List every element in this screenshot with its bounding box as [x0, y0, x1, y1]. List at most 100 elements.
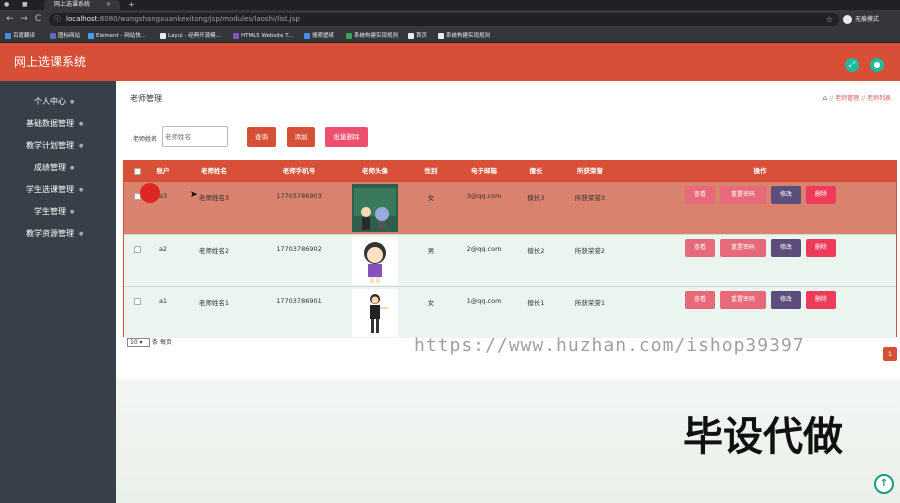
- reset-password-button[interactable]: 重置密码: [720, 186, 766, 204]
- bookmark-label: 系统构建实现规则: [354, 33, 399, 39]
- view-button[interactable]: 查看: [685, 239, 715, 257]
- scroll-to-top-button[interactable]: ↑: [874, 474, 894, 494]
- teacher-table: 账户 老师姓名 老师手机号 老师头像 性别 电子邮箱 擅长 所获荣誉 操作 a3…: [123, 160, 897, 338]
- cell-honor: 所获荣誉3: [574, 194, 606, 202]
- bookmark-item[interactable]: 系统构建实现规则: [346, 29, 398, 43]
- breadcrumb-separator: //: [829, 95, 834, 102]
- table-row[interactable]: a2 老师姓名2 17703786902 男 2@qq.com 擅长2 所获荣誉2 查看 重置密…: [124, 234, 896, 286]
- th-honor: 所获荣誉: [577, 167, 603, 175]
- bookmark-item[interactable]: HTML5 Website T...: [233, 29, 293, 43]
- per-page-label: 条 每页: [152, 339, 172, 346]
- incognito-profile[interactable]: 无痕模式: [843, 14, 899, 25]
- cell-phone: 17703786903: [276, 192, 322, 200]
- sidebar-item[interactable]: 教学资源管理 ●: [0, 223, 116, 245]
- th-avatar: 老师头像: [362, 167, 388, 175]
- forward-button[interactable]: →: [18, 13, 30, 25]
- edit-button[interactable]: 修改: [771, 239, 801, 257]
- reset-password-button[interactable]: 重置密码: [720, 291, 766, 309]
- cell-email: 3@qq.com: [466, 192, 502, 200]
- cell-gender: 男: [427, 247, 435, 255]
- search-button[interactable]: 查询: [247, 127, 276, 147]
- bookmark-item[interactable]: 首页: [408, 29, 427, 43]
- th-account: 账户: [156, 167, 170, 175]
- cell-phone: 17703786902: [276, 245, 322, 253]
- select-all-checkbox[interactable]: [134, 168, 141, 175]
- view-button[interactable]: 查看: [685, 186, 715, 204]
- bookmark-label: 首页: [416, 33, 428, 39]
- th-gender: 性别: [424, 167, 438, 175]
- sidebar-item[interactable]: 学生选课管理 ●: [0, 179, 116, 201]
- cell-name: 老师姓名1: [198, 299, 230, 307]
- url-input[interactable]: ⓘ localhost:8080/wangshangxuankexitong/j…: [49, 13, 839, 26]
- window-icon: ■: [22, 1, 28, 8]
- table-row[interactable]: a3 老师姓名3 17703786903 女 3@qq.com 擅长3 所获荣誉3 查看 重置密…: [124, 182, 896, 234]
- breadcrumb-item: 老师列表: [866, 95, 891, 102]
- th-actions: 操作: [753, 167, 767, 175]
- bookmark-label: Layui - 经典开源模...: [168, 33, 221, 39]
- cell-skill: 擅长1: [527, 299, 545, 307]
- teacher-name-search-input[interactable]: [162, 126, 228, 147]
- bookmark-label: Element - 网站快...: [96, 33, 146, 39]
- page-size-select[interactable]: 10 ▾: [127, 338, 150, 347]
- bookmark-favicon-icon: [160, 32, 166, 39]
- sidebar-dot-icon: ●: [79, 121, 84, 127]
- bookmark-favicon-icon: [438, 32, 444, 39]
- sidebar-item-label: 基础数据管理: [26, 119, 74, 128]
- bookmarks-bar: 百度翻译 图标网站 Element - 网站快... Layui - 经典开源模...…: [0, 29, 900, 43]
- home-icon[interactable]: ⌂: [823, 94, 827, 102]
- bookmark-favicon-icon: [346, 32, 352, 39]
- bookmark-favicon-icon: [304, 32, 310, 39]
- cell-account: a1: [158, 297, 168, 305]
- bookmark-item[interactable]: Layui - 经典开源模...: [160, 29, 221, 43]
- view-button[interactable]: 查看: [685, 291, 715, 309]
- sidebar-item[interactable]: 成绩管理 ●: [0, 157, 116, 179]
- add-button[interactable]: 添加: [287, 127, 315, 147]
- reload-button[interactable]: C: [32, 13, 44, 25]
- delete-button[interactable]: 删除: [806, 186, 836, 204]
- delete-button[interactable]: 删除: [806, 239, 836, 257]
- sidebar-item[interactable]: 基础数据管理 ●: [0, 113, 116, 135]
- new-tab-button[interactable]: +: [128, 0, 135, 10]
- back-button[interactable]: ←: [4, 13, 16, 25]
- sidebar-item[interactable]: 个人中心 ●: [0, 91, 116, 113]
- sidebar-dot-icon: ●: [70, 99, 75, 105]
- bookmark-item[interactable]: 图标网站: [50, 29, 80, 43]
- delete-button[interactable]: 删除: [806, 291, 836, 309]
- search-label: 老师姓名: [133, 136, 158, 143]
- watermark-text: 毕设代做: [683, 414, 843, 460]
- sidebar-item[interactable]: 教学计划管理 ●: [0, 135, 116, 157]
- bookmark-star-icon[interactable]: ☆: [826, 13, 833, 26]
- user-icon[interactable]: ●: [870, 58, 884, 72]
- bookmark-label: 百度翻译: [13, 33, 36, 39]
- edit-button[interactable]: 修改: [771, 291, 801, 309]
- page-number-1[interactable]: 1: [883, 347, 897, 361]
- browser-menu-icon[interactable]: ●: [4, 0, 9, 10]
- th-phone: 老师手机号: [282, 167, 316, 175]
- sidebar-dot-icon: ●: [70, 209, 75, 215]
- row-checkbox[interactable]: [134, 298, 141, 305]
- sidebar-item-label: 教学资源管理: [26, 229, 74, 238]
- site-info-icon[interactable]: ⓘ: [54, 13, 61, 26]
- sidebar-item[interactable]: 学生管理 ●: [0, 201, 116, 223]
- pagination-size: 10 ▾ 条 每页: [127, 337, 172, 347]
- edit-button[interactable]: 修改: [771, 186, 801, 204]
- row-checkbox[interactable]: [134, 246, 141, 253]
- teacher-avatar: [352, 289, 398, 337]
- batch-delete-button[interactable]: 批量删除: [325, 127, 368, 147]
- th-name: 老师姓名: [201, 167, 227, 175]
- bookmark-label: 搜索壁纸: [312, 33, 335, 39]
- browser-tab-bar: ● ■ 网上选课系统 × +: [0, 0, 900, 10]
- cell-account: a2: [158, 245, 168, 253]
- breadcrumb-item[interactable]: 老师管理: [835, 95, 859, 102]
- bookmark-item[interactable]: 百度翻译: [5, 29, 35, 43]
- bookmark-item[interactable]: Element - 网站快...: [88, 29, 146, 43]
- reset-password-button[interactable]: 重置密码: [720, 239, 766, 257]
- tab-close-icon[interactable]: ×: [106, 0, 111, 10]
- table-row[interactable]: a1 老师姓名1 17703786901 女 1@qq.com 擅长1 所获荣誉1 查看 重置密…: [124, 286, 896, 338]
- bookmark-item[interactable]: 系统构建实现规则: [438, 29, 490, 43]
- bookmark-item[interactable]: 搜索壁纸: [304, 29, 334, 43]
- bookmark-favicon-icon: [233, 32, 239, 39]
- page-title: 老师管理: [130, 94, 162, 103]
- sidebar-item-label: 学生选课管理: [26, 185, 74, 194]
- fullscreen-icon[interactable]: ⤢: [845, 58, 859, 72]
